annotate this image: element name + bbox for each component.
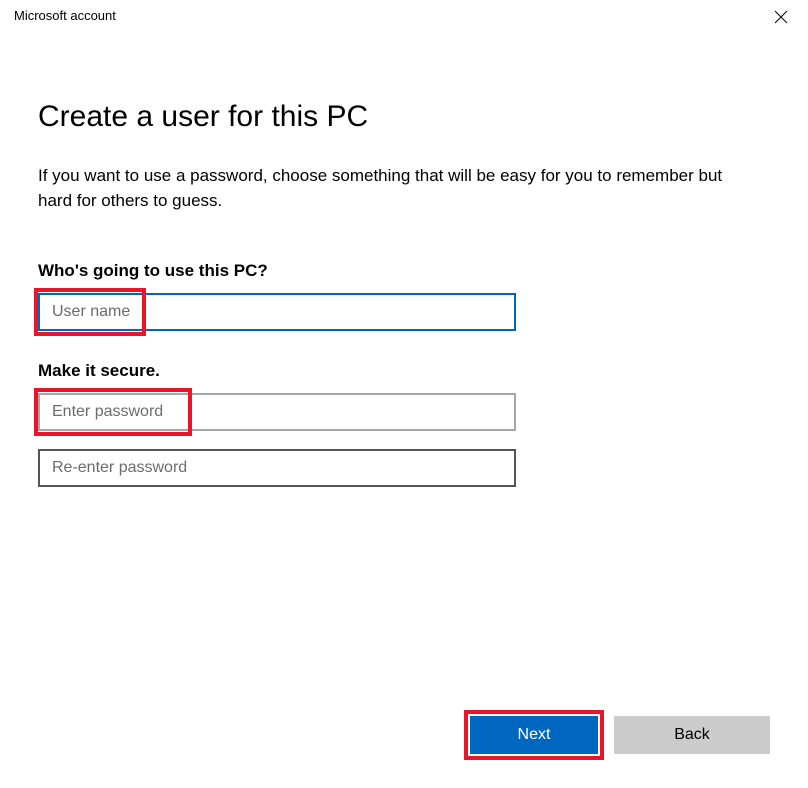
back-button[interactable]: Back: [614, 716, 770, 754]
username-field-wrap: [38, 293, 516, 331]
page-heading: Create a user for this PC: [38, 100, 770, 134]
next-button-wrap: Next: [470, 716, 598, 754]
section-label-user: Who's going to use this PC?: [38, 261, 770, 281]
window-title: Microsoft account: [14, 8, 116, 23]
close-button[interactable]: [768, 8, 794, 31]
username-input[interactable]: [38, 293, 516, 331]
section-label-secure: Make it secure.: [38, 361, 770, 381]
titlebar: Microsoft account: [0, 0, 808, 30]
password-field-wrap: [38, 393, 516, 431]
button-row: Next Back: [470, 716, 770, 754]
close-icon: [774, 11, 788, 28]
page-description: If you want to use a password, choose so…: [38, 164, 758, 213]
content-area: Create a user for this PC If you want to…: [0, 30, 808, 487]
next-button[interactable]: Next: [470, 716, 598, 754]
repassword-field-wrap: [38, 449, 516, 487]
password-input[interactable]: [38, 393, 516, 431]
repassword-input[interactable]: [38, 449, 516, 487]
